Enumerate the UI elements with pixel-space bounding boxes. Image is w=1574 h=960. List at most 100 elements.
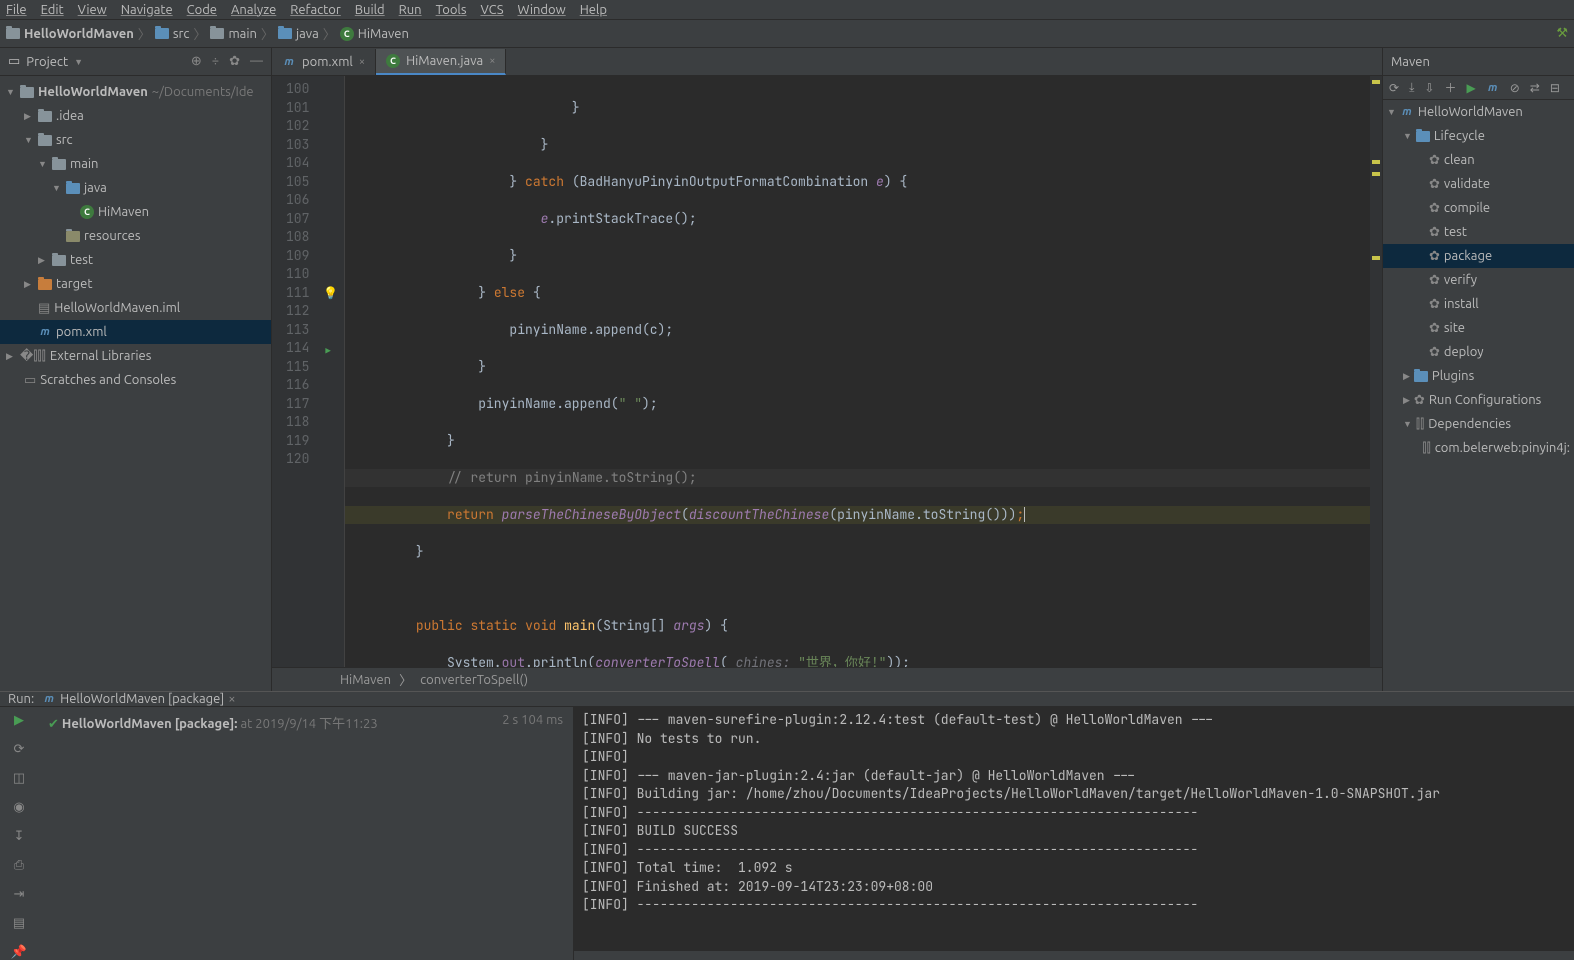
build-hammer-icon[interactable]: ⚒ (1556, 26, 1568, 41)
tab-himaven[interactable]: C HiMaven.java × (376, 49, 506, 75)
filter-icon[interactable]: ◫ (13, 771, 25, 786)
menu-window[interactable]: Window (518, 3, 566, 17)
run-task-time: at 2019/9/14 下午11:23 (240, 717, 377, 731)
run-task-tree[interactable]: ✔ HelloWorldMaven [package]: at 2019/9/1… (38, 707, 574, 960)
maven-deps[interactable]: ▼⫿⫿Dependencies (1383, 412, 1574, 436)
maven-goal-deploy[interactable]: ✿deploy (1383, 340, 1574, 364)
project-panel-title[interactable]: Project (26, 55, 68, 69)
tree-test[interactable]: ▶ test (0, 248, 271, 272)
breadcrumb-main[interactable]: main (210, 27, 256, 41)
maven-goal-clean[interactable]: ✿clean (1383, 148, 1574, 172)
menu-tools[interactable]: Tools (436, 3, 467, 17)
maven-file-icon: m (38, 325, 52, 339)
maven-dep-item[interactable]: ⫿⫿com.belerweb:pinyin4j: (1383, 436, 1574, 460)
tree-pom[interactable]: m pom.xml (0, 320, 271, 344)
tree-root[interactable]: ▼ HelloWorldMaven ~/Documents/Ide (0, 80, 271, 104)
maven-icon[interactable]: m (1486, 81, 1500, 95)
code-content[interactable]: } } } catch (BadHanyuPinyinOutputFormatC… (345, 76, 1370, 667)
chevron-down-icon[interactable]: ▼ (74, 57, 83, 67)
run-icon[interactable]: ▶ (1466, 81, 1475, 95)
editor-breadcrumb-method[interactable]: converterToSpell() (420, 673, 528, 687)
editor-breadcrumb-class[interactable]: HiMaven (340, 673, 391, 687)
maven-goal-install[interactable]: ✿install (1383, 292, 1574, 316)
maven-goal-label: compile (1444, 201, 1490, 215)
layout-icon[interactable]: ▤ (13, 916, 25, 931)
collapse-icon[interactable]: ÷ (212, 54, 219, 69)
intention-bulb-icon[interactable]: 💡 (323, 284, 338, 303)
menu-code[interactable]: Code (187, 3, 217, 17)
warning-marker[interactable] (1372, 172, 1380, 176)
tree-resources[interactable]: resources (0, 224, 271, 248)
maven-run-configs[interactable]: ▶✿Run Configurations (1383, 388, 1574, 412)
menu-refactor[interactable]: Refactor (290, 3, 341, 17)
tree-src[interactable]: ▼ src (0, 128, 271, 152)
export-icon[interactable]: ⇥ (14, 887, 25, 902)
locate-icon[interactable]: ⊕ (191, 54, 202, 69)
maven-goal-compile[interactable]: ✿compile (1383, 196, 1574, 220)
close-icon[interactable]: × (228, 692, 235, 706)
maven-goal-validate[interactable]: ✿validate (1383, 172, 1574, 196)
tree-java[interactable]: ▼ java (0, 176, 271, 200)
gear-icon[interactable]: ✿ (229, 54, 240, 69)
stop-icon[interactable]: ⟳ (14, 742, 25, 757)
tree-idea[interactable]: ▶ .idea (0, 104, 271, 128)
tree-scratches[interactable]: ▭ Scratches and Consoles (0, 368, 271, 392)
menu-run[interactable]: Run (399, 3, 422, 17)
maven-goal-verify[interactable]: ✿verify (1383, 268, 1574, 292)
print-icon[interactable]: ⎙ (14, 858, 24, 873)
breadcrumb-src[interactable]: src (155, 27, 190, 41)
maven-root[interactable]: ▼ m HelloWorldMaven (1383, 100, 1574, 124)
project-tree[interactable]: ▼ HelloWorldMaven ~/Documents/Ide ▶ .ide… (0, 76, 271, 691)
breadcrumbs: HelloWorldMaven 〉 src 〉 main 〉 java 〉 C … (0, 20, 1574, 48)
menu-build[interactable]: Build (355, 3, 385, 17)
maven-goal-test[interactable]: ✿test (1383, 220, 1574, 244)
toggle-offline-icon[interactable]: ⊘ (1510, 81, 1520, 95)
download-icon[interactable]: ⇩ (1424, 81, 1434, 95)
menu-help[interactable]: Help (580, 3, 607, 17)
gear-icon: ✿ (1429, 153, 1440, 168)
generate-sources-icon[interactable]: ⤓ (1409, 81, 1414, 95)
menu-file[interactable]: File (6, 3, 27, 17)
project-panel-header: ▭ Project ▼ ⊕ ÷ ✿ — (0, 48, 271, 76)
eye-icon[interactable]: ◉ (13, 800, 24, 815)
rerun-icon[interactable]: ▶ (14, 713, 24, 728)
chevron-right-icon: 〉 (193, 24, 206, 43)
pin-icon[interactable]: 📌 (11, 945, 27, 960)
warning-marker[interactable] (1372, 160, 1380, 164)
breadcrumb-java[interactable]: java (278, 27, 319, 41)
maven-goal-site[interactable]: ✿site (1383, 316, 1574, 340)
close-icon[interactable]: × (359, 56, 365, 68)
collapse-all-icon[interactable]: ⊟ (1550, 81, 1560, 95)
editor[interactable]: 1001011021031041051061071081091101111121… (272, 76, 1382, 667)
hide-icon[interactable]: — (250, 54, 263, 69)
run-console-output[interactable]: [INFO] --- maven-surefire-plugin:2.12.4:… (574, 707, 1574, 960)
breadcrumb-root[interactable]: HelloWorldMaven (6, 27, 134, 41)
menu-vcs[interactable]: VCS (480, 3, 503, 17)
add-icon[interactable]: ＋ (1444, 79, 1456, 96)
scroll-icon[interactable]: ↧ (14, 829, 25, 844)
tree-main[interactable]: ▼ main (0, 152, 271, 176)
breadcrumb-class[interactable]: C HiMaven (340, 27, 409, 41)
close-icon[interactable]: × (489, 55, 495, 67)
gear-icon: ✿ (1429, 249, 1440, 264)
run-tab[interactable]: m HelloWorldMaven [package] × (42, 692, 235, 706)
warning-marker[interactable] (1372, 256, 1380, 260)
menu-navigate[interactable]: Navigate (121, 3, 173, 17)
tree-target[interactable]: ▶ target (0, 272, 271, 296)
maven-tree[interactable]: ▼ m HelloWorldMaven ▼ Lifecycle ✿clean ✿… (1383, 100, 1574, 691)
refresh-icon[interactable]: ⟳ (1389, 81, 1399, 95)
error-stripe[interactable] (1370, 76, 1382, 667)
maven-plugins[interactable]: ▶Plugins (1383, 364, 1574, 388)
maven-goal-package[interactable]: ✿package (1383, 244, 1574, 268)
tree-iml[interactable]: ▤ HelloWorldMaven.iml (0, 296, 271, 320)
menu-view[interactable]: View (78, 3, 107, 17)
menu-analyze[interactable]: Analyze (231, 3, 276, 17)
tree-himaven-class[interactable]: C HiMaven (0, 200, 271, 224)
warning-marker[interactable] (1372, 80, 1380, 84)
maven-lifecycle[interactable]: ▼ Lifecycle (1383, 124, 1574, 148)
run-gutter-icon[interactable]: ▶ (325, 342, 330, 361)
tree-ext-libs[interactable]: ▶ �⫿⫿⫿ External Libraries (0, 344, 271, 368)
tab-pom[interactable]: m pom.xml × (272, 49, 376, 75)
menu-edit[interactable]: Edit (41, 3, 64, 17)
skip-tests-icon[interactable]: ⇄ (1530, 81, 1540, 95)
